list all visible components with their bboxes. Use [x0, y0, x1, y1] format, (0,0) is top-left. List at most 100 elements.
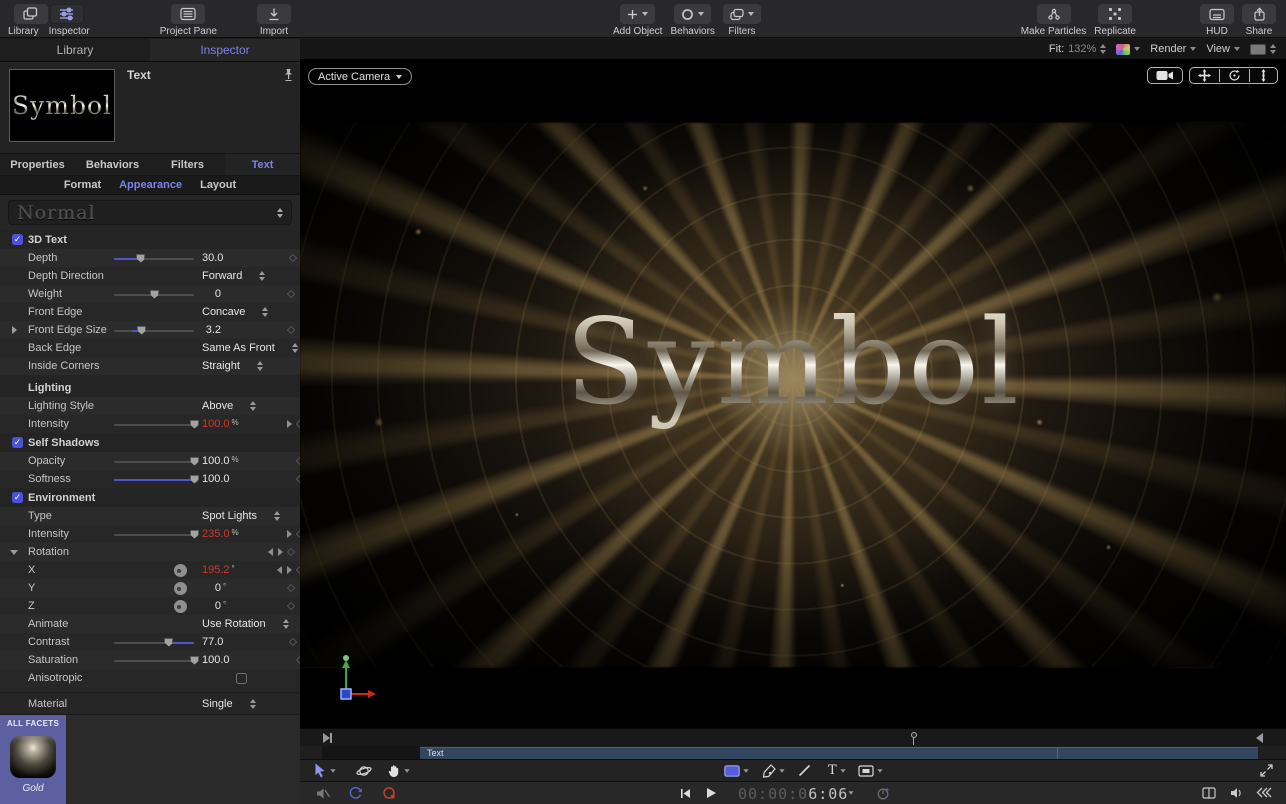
hud-button[interactable]: HUD	[1200, 4, 1234, 37]
panel-tab-library[interactable]: Library	[0, 39, 150, 61]
param-value[interactable]: 100.0	[202, 455, 230, 467]
play-button[interactable]	[706, 787, 717, 799]
camera-menu[interactable]: Active Camera	[308, 68, 413, 85]
mini-timeline[interactable]	[300, 728, 1286, 746]
disclosure-right-icon[interactable]	[11, 326, 17, 334]
play-range-start-marker[interactable]	[323, 733, 332, 743]
timecode-display[interactable]: 00:00:06:06	[738, 785, 848, 803]
keyframe-diamond-icon[interactable]	[289, 637, 298, 647]
keyframe-diamond-icon[interactable]	[286, 601, 296, 611]
tab-text[interactable]: Text	[225, 154, 300, 175]
param-value[interactable]: 0	[202, 582, 221, 594]
axis-widget-icon[interactable]	[332, 652, 382, 702]
make-particles-button[interactable]: Make Particles	[1021, 4, 1086, 37]
param-value[interactable]: Straight	[202, 360, 240, 372]
subtab-appearance[interactable]: Appearance	[119, 179, 182, 191]
prev-keyframe-icon[interactable]	[268, 548, 273, 556]
param-value[interactable]: 235.0	[202, 528, 230, 540]
param-value[interactable]: 100.0	[202, 418, 230, 430]
param-value[interactable]: Same As Front	[202, 342, 275, 354]
keyframe-diamond-icon[interactable]	[286, 289, 296, 299]
pin-icon[interactable]	[283, 68, 294, 85]
canvas-viewport[interactable]: Active Camera Symbol	[300, 60, 1286, 728]
param-value[interactable]: Spot Lights	[202, 510, 257, 522]
subtab-layout[interactable]: Layout	[200, 179, 236, 191]
render-popup[interactable]: Render	[1150, 43, 1197, 55]
tab-filters[interactable]: Filters	[150, 154, 225, 175]
popup-stepper-icon[interactable]	[256, 361, 263, 371]
param-value[interactable]: Concave	[202, 306, 245, 318]
depth-slider[interactable]	[114, 253, 194, 263]
camera-view-button[interactable]	[1147, 67, 1183, 84]
layout-popup[interactable]	[1250, 43, 1276, 55]
channels-popup[interactable]	[1116, 43, 1141, 55]
popup-stepper-icon[interactable]	[282, 619, 289, 629]
param-value[interactable]: 77.0	[202, 636, 223, 648]
y-dial[interactable]	[174, 581, 187, 595]
intensity-slider[interactable]	[114, 419, 199, 429]
param-value[interactable]: 100.0	[202, 473, 230, 485]
filters-button[interactable]: Filters	[722, 4, 761, 37]
show-keyframes-button[interactable]	[1256, 787, 1272, 798]
next-keyframe-icon[interactable]	[286, 566, 292, 574]
environment-checkbox[interactable]: ✓	[12, 492, 23, 503]
popup-stepper-icon[interactable]	[274, 511, 281, 521]
x-dial[interactable]	[174, 563, 187, 577]
playhead[interactable]	[910, 732, 917, 745]
text-layer-bar[interactable]: Text	[420, 746, 1258, 760]
anisotropic-checkbox[interactable]	[235, 672, 247, 684]
transform-3d-tool-button[interactable]	[356, 764, 372, 778]
style-preset-popup[interactable]: Normal	[8, 200, 292, 225]
view-popup[interactable]: View	[1206, 43, 1240, 55]
timecode-menu-button[interactable]	[848, 791, 854, 795]
share-button[interactable]: Share	[1242, 4, 1276, 37]
next-keyframe-icon[interactable]	[286, 420, 292, 428]
library-button[interactable]	[13, 4, 48, 24]
timing-display-button[interactable]	[876, 786, 890, 800]
import-button[interactable]: Import	[256, 4, 291, 37]
play-range-end-marker[interactable]	[1256, 733, 1263, 743]
project-pane-button[interactable]: Project Pane	[160, 4, 217, 37]
mute-button[interactable]	[316, 787, 331, 800]
param-value[interactable]: Forward	[202, 270, 242, 282]
popup-stepper-icon[interactable]	[259, 271, 266, 281]
paint-stroke-tool-button[interactable]	[798, 764, 811, 777]
orbit-view-button[interactable]	[1219, 69, 1249, 82]
pan-view-button[interactable]	[1190, 69, 1219, 82]
contrast-slider[interactable]	[114, 637, 194, 647]
3d-text-checkbox[interactable]: ✓	[12, 234, 23, 245]
tab-properties[interactable]: Properties	[0, 154, 75, 175]
popup-stepper-icon[interactable]	[249, 698, 256, 709]
weight-slider[interactable]	[114, 289, 194, 299]
param-value[interactable]: 0	[202, 288, 221, 300]
intensity-slider[interactable]	[114, 529, 199, 539]
subtab-format[interactable]: Format	[64, 179, 101, 191]
param-value[interactable]: Use Rotation	[202, 618, 266, 630]
param-value[interactable]: Single	[202, 698, 233, 710]
param-value[interactable]: 3.2	[202, 324, 221, 336]
popup-stepper-icon[interactable]	[250, 401, 257, 411]
keyframe-diamond-icon[interactable]	[289, 253, 298, 263]
param-value[interactable]: 195.2	[202, 564, 230, 576]
bezier-tool-button[interactable]	[762, 763, 785, 778]
shape-tool-button[interactable]	[858, 764, 883, 777]
replicate-button[interactable]: Replicate	[1094, 4, 1136, 37]
opacity-slider[interactable]	[114, 456, 199, 466]
keyframe-diamond-icon[interactable]	[286, 547, 296, 557]
pan-hand-tool-button[interactable]	[388, 764, 410, 778]
inspector-button[interactable]	[49, 4, 84, 24]
popup-stepper-icon[interactable]	[262, 307, 269, 317]
z-dial[interactable]	[174, 599, 187, 613]
softness-slider[interactable]	[114, 474, 199, 484]
dolly-view-button[interactable]	[1249, 69, 1277, 82]
next-keyframe-icon[interactable]	[286, 530, 292, 538]
show-audio-button[interactable]	[1230, 787, 1245, 799]
go-to-start-button[interactable]	[680, 788, 691, 799]
next-keyframe-icon[interactable]	[278, 548, 283, 556]
keyframe-diamond-icon[interactable]	[286, 583, 296, 593]
rectangle-mask-tool-button[interactable]	[724, 764, 749, 777]
param-value[interactable]: Above	[202, 400, 233, 412]
record-button[interactable]	[382, 786, 397, 800]
material-ball-preview[interactable]	[10, 736, 56, 778]
panel-tab-inspector[interactable]: Inspector	[150, 39, 300, 61]
